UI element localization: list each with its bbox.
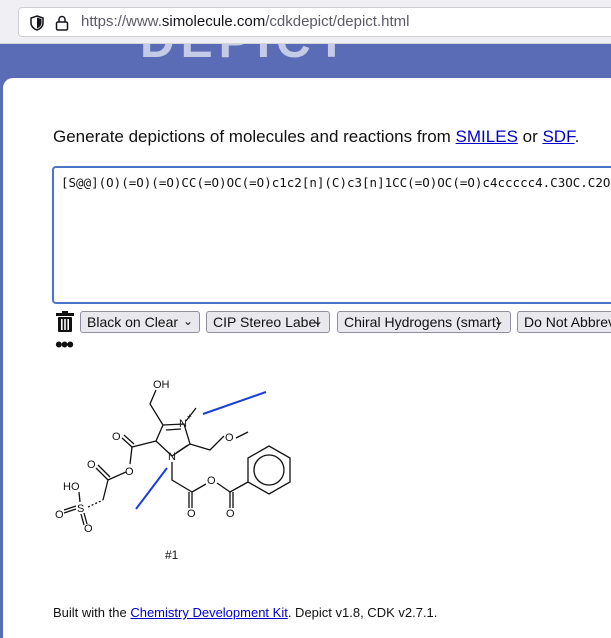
- atom-label: O: [225, 432, 234, 444]
- footer-text: Built with the Chemistry Development Kit…: [53, 605, 437, 620]
- footer-text-after: . Depict v1.8, CDK v2.7.1.: [287, 605, 438, 620]
- atom-label: +: [187, 412, 192, 421]
- color-scheme-select[interactable]: Black on Clear ⌄: [80, 311, 200, 333]
- atom-label: O: [112, 431, 121, 443]
- chevron-down-icon: ⌄: [493, 314, 504, 328]
- trash-icon[interactable]: [55, 311, 75, 333]
- chevron-down-icon: ⌄: [182, 314, 193, 328]
- atom-label: S: [77, 503, 84, 515]
- url-text[interactable]: https://www.simolecule.com/cdkdepict/dep…: [81, 13, 409, 30]
- color-scheme-value: Black on Clear: [87, 314, 179, 330]
- annotation-select[interactable]: CIP Stereo Label ⌄: [206, 311, 330, 333]
- address-bar[interactable]: https://www.simolecule.com/cdkdepict/dep…: [18, 7, 611, 37]
- atom-label: N: [179, 418, 187, 430]
- annotation-value: CIP Stereo Label: [213, 314, 320, 330]
- url-domain: simolecule.com: [161, 13, 266, 30]
- intro-text-after: .: [574, 127, 580, 146]
- abbreviation-select[interactable]: Do Not Abbreviate: [517, 311, 611, 333]
- atom-label: O: [84, 523, 93, 535]
- url-path: /cdkdepict/depict.html: [265, 13, 410, 30]
- abbreviation-value: Do Not Abbreviate: [524, 314, 611, 330]
- header-banner: DEPICT: [0, 44, 611, 78]
- atom-label: N: [168, 451, 176, 463]
- cdk-link[interactable]: Chemistry Development Kit: [130, 605, 288, 620]
- atom-label: O: [55, 509, 64, 521]
- atom-label: OH: [153, 379, 170, 391]
- atom-label: O: [125, 466, 134, 478]
- smiles-input[interactable]: [S@@](O)(=O)(=O)CC(=O)OC(=O)c1c2[n](C)c3…: [52, 166, 611, 304]
- depiction-caption: #1: [165, 548, 179, 562]
- intro-text: Generate depictions of molecules and rea…: [53, 127, 579, 147]
- chevron-down-icon: ⌄: [312, 314, 323, 328]
- molecule-depiction: OH N + O O O N O HO S O O O O O #1: [55, 379, 291, 562]
- url-prefix: https://www.: [81, 13, 162, 30]
- atom-label: HO: [63, 481, 80, 493]
- footer-text-before: Built with the: [53, 605, 131, 620]
- atom-label: O: [226, 508, 235, 520]
- intro-text-mid: or: [517, 127, 543, 146]
- smiles-link[interactable]: SMILES: [456, 127, 518, 146]
- atom-label: O: [187, 508, 196, 520]
- shield-icon[interactable]: [29, 15, 45, 31]
- banner-title: DEPICT: [140, 44, 352, 69]
- lock-icon[interactable]: [55, 15, 69, 31]
- smiles-input-value: [S@@](O)(=O)(=O)CC(=O)OC(=O)c1c2[n](C)c3…: [61, 175, 611, 190]
- sdf-link[interactable]: SDF: [542, 127, 574, 146]
- browser-toolbar: https://www.simolecule.com/cdkdepict/dep…: [0, 0, 611, 44]
- atom-label: O: [87, 459, 96, 471]
- more-options-button[interactable]: •••: [55, 334, 74, 356]
- intro-text-before: Generate depictions of molecules and rea…: [53, 127, 456, 146]
- hydrogen-value: Chiral Hydrogens (smart): [344, 314, 501, 330]
- atom-label: O: [207, 475, 216, 487]
- hydrogen-select[interactable]: Chiral Hydrogens (smart) ⌄: [337, 311, 511, 333]
